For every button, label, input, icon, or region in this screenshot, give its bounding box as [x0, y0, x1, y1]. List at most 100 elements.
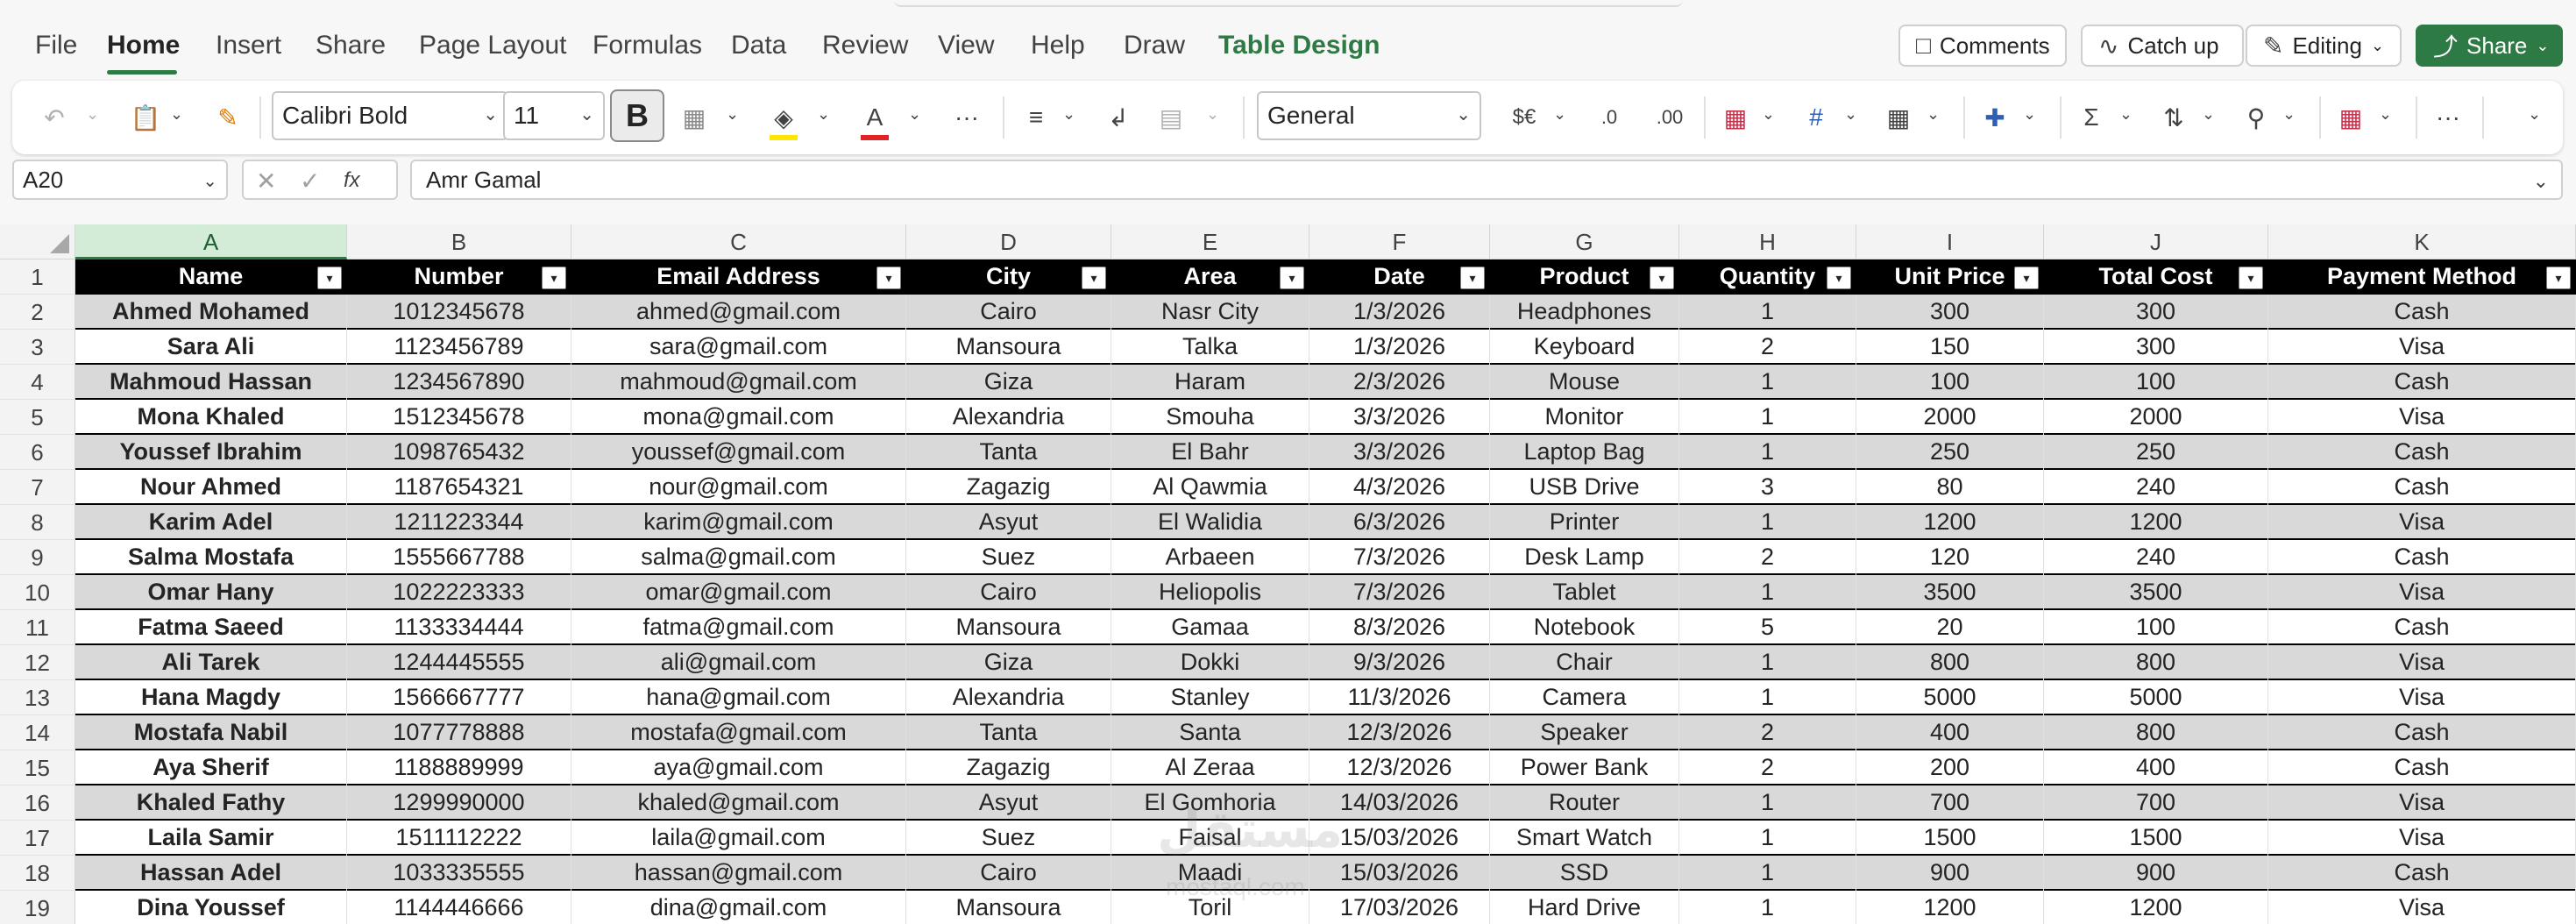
table-cell[interactable]: Hard Drive	[1490, 891, 1679, 924]
table-cell[interactable]: 900	[2044, 856, 2268, 891]
table-cell[interactable]: Smart Watch	[1490, 821, 1679, 856]
table-cell[interactable]: Cash	[2268, 540, 2576, 575]
table-cell[interactable]: mona@gmail.com	[571, 400, 906, 435]
table-cell[interactable]: 4/3/2026	[1309, 470, 1490, 505]
table-cell[interactable]: Arbaeen	[1111, 540, 1309, 575]
table-cell[interactable]: Cash	[2268, 365, 2576, 400]
table-cell[interactable]: Camera	[1490, 680, 1679, 715]
table-cell[interactable]: 1299990000	[347, 785, 571, 821]
table-cell[interactable]: salma@gmail.com	[571, 540, 906, 575]
format-as-table-icon[interactable]: #	[1797, 100, 1835, 135]
table-cell[interactable]: ali@gmail.com	[571, 645, 906, 680]
table-cell[interactable]: 20	[1856, 610, 2044, 645]
table-cell[interactable]: Zagazig	[906, 750, 1111, 785]
table-cell[interactable]: 15/03/2026	[1309, 821, 1490, 856]
menu-view[interactable]: View	[938, 26, 994, 65]
table-cell[interactable]: Cairo	[906, 856, 1111, 891]
table-cell[interactable]: Zagazig	[906, 470, 1111, 505]
table-cell[interactable]: 3	[1679, 470, 1856, 505]
filter-dropdown-icon[interactable]: ▾	[1082, 267, 1106, 289]
table-cell[interactable]: Cash	[2268, 295, 2576, 330]
column-header-k[interactable]: K	[2268, 224, 2576, 259]
table-cell[interactable]: Cairo	[906, 295, 1111, 330]
table-cell[interactable]: Speaker	[1490, 715, 1679, 750]
table-cell[interactable]: Cash	[2268, 435, 2576, 470]
table-cell[interactable]: 3500	[2044, 575, 2268, 610]
table-cell[interactable]: Aya Sherif	[75, 750, 347, 785]
table-cell[interactable]: 250	[2044, 435, 2268, 470]
table-cell[interactable]: 7/3/2026	[1309, 540, 1490, 575]
table-cell[interactable]: dina@gmail.com	[571, 891, 906, 924]
table-cell[interactable]: El Gomhoria	[1111, 785, 1309, 821]
table-cell[interactable]: Cash	[2268, 715, 2576, 750]
menu-help[interactable]: Help	[1031, 26, 1085, 65]
table-cell[interactable]: Cash	[2268, 856, 2576, 891]
table-cell[interactable]: Salma Mostafa	[75, 540, 347, 575]
row-header[interactable]: 15	[0, 750, 75, 785]
table-cell[interactable]: Talka	[1111, 330, 1309, 365]
table-cell[interactable]: 800	[1856, 645, 2044, 680]
menu-draw[interactable]: Draw	[1124, 26, 1185, 65]
table-cell[interactable]: omar@gmail.com	[571, 575, 906, 610]
cell-styles-dropdown-icon[interactable]: ⌄	[1927, 105, 1940, 124]
confirm-icon[interactable]: ✓	[300, 167, 320, 195]
table-cell[interactable]: 1	[1679, 400, 1856, 435]
select-all-button[interactable]	[0, 224, 75, 259]
filter-dropdown-icon[interactable]: ▾	[1650, 267, 1674, 289]
table-cell[interactable]: Notebook	[1490, 610, 1679, 645]
table-cell[interactable]: 17/03/2026	[1309, 891, 1490, 924]
paste-dropdown-icon[interactable]: ⌄	[170, 105, 183, 124]
table-cell[interactable]: Suez	[906, 540, 1111, 575]
table-cell[interactable]: 1/3/2026	[1309, 330, 1490, 365]
font-color-dropdown-icon[interactable]: ⌄	[908, 105, 921, 124]
table-cell[interactable]: 1244445555	[347, 645, 571, 680]
catch-up-button[interactable]: ∿ Catch up	[2081, 25, 2244, 67]
table-cell[interactable]: 1033335555	[347, 856, 571, 891]
table-cell[interactable]: aya@gmail.com	[571, 750, 906, 785]
table-cell[interactable]: Santa	[1111, 715, 1309, 750]
table-cell[interactable]: Visa	[2268, 330, 2576, 365]
table-header-cell[interactable]: Payment Method	[2268, 259, 2576, 295]
table-cell[interactable]: 1	[1679, 821, 1856, 856]
table-cell[interactable]: 1555667788	[347, 540, 571, 575]
comments-button[interactable]: □ Comments	[1898, 25, 2067, 67]
column-header-f[interactable]: F	[1309, 224, 1490, 259]
table-cell[interactable]: Al Zeraa	[1111, 750, 1309, 785]
table-cell[interactable]: Gamaa	[1111, 610, 1309, 645]
table-cell[interactable]: Asyut	[906, 505, 1111, 540]
table-cell[interactable]: Monitor	[1490, 400, 1679, 435]
font-name-select[interactable]: Calibri Bold ⌄	[272, 91, 508, 140]
table-cell[interactable]: 1	[1679, 575, 1856, 610]
autosum-icon[interactable]: Σ	[2072, 100, 2111, 135]
bold-button[interactable]: B	[610, 89, 664, 142]
row-header[interactable]: 3	[0, 330, 75, 365]
column-header-j[interactable]: J	[2044, 224, 2268, 259]
table-cell[interactable]: karim@gmail.com	[571, 505, 906, 540]
add-ins-icon[interactable]: ▦	[2331, 100, 2370, 135]
table-cell[interactable]: nour@gmail.com	[571, 470, 906, 505]
table-cell[interactable]: 80	[1856, 470, 2044, 505]
menu-page-layout[interactable]: Page Layout	[419, 26, 566, 65]
format-as-table-dropdown-icon[interactable]: ⌄	[1844, 105, 1857, 124]
table-cell[interactable]: Cairo	[906, 575, 1111, 610]
find-dropdown-icon[interactable]: ⌄	[2282, 105, 2296, 124]
table-cell[interactable]: Mostafa Nabil	[75, 715, 347, 750]
menu-share[interactable]: Share	[316, 26, 386, 65]
table-cell[interactable]: Sara Ali	[75, 330, 347, 365]
row-header[interactable]: 5	[0, 400, 75, 435]
table-cell[interactable]: Tanta	[906, 435, 1111, 470]
table-cell[interactable]: Ahmed Mohamed	[75, 295, 347, 330]
wrap-text-icon[interactable]: ↲	[1099, 100, 1138, 135]
filter-dropdown-icon[interactable]: ▾	[542, 267, 566, 289]
table-header-cell[interactable]: Email Address	[571, 259, 906, 295]
table-cell[interactable]: mahmoud@gmail.com	[571, 365, 906, 400]
align-icon[interactable]: ≡	[1017, 100, 1055, 135]
table-cell[interactable]: 1	[1679, 435, 1856, 470]
table-cell[interactable]: 6/3/2026	[1309, 505, 1490, 540]
column-header-d[interactable]: D	[906, 224, 1111, 259]
table-cell[interactable]: 1200	[2044, 505, 2268, 540]
undo-dropdown-icon[interactable]: ⌄	[86, 105, 99, 124]
table-cell[interactable]: 700	[2044, 785, 2268, 821]
table-cell[interactable]: 3/3/2026	[1309, 435, 1490, 470]
table-cell[interactable]: 100	[1856, 365, 2044, 400]
